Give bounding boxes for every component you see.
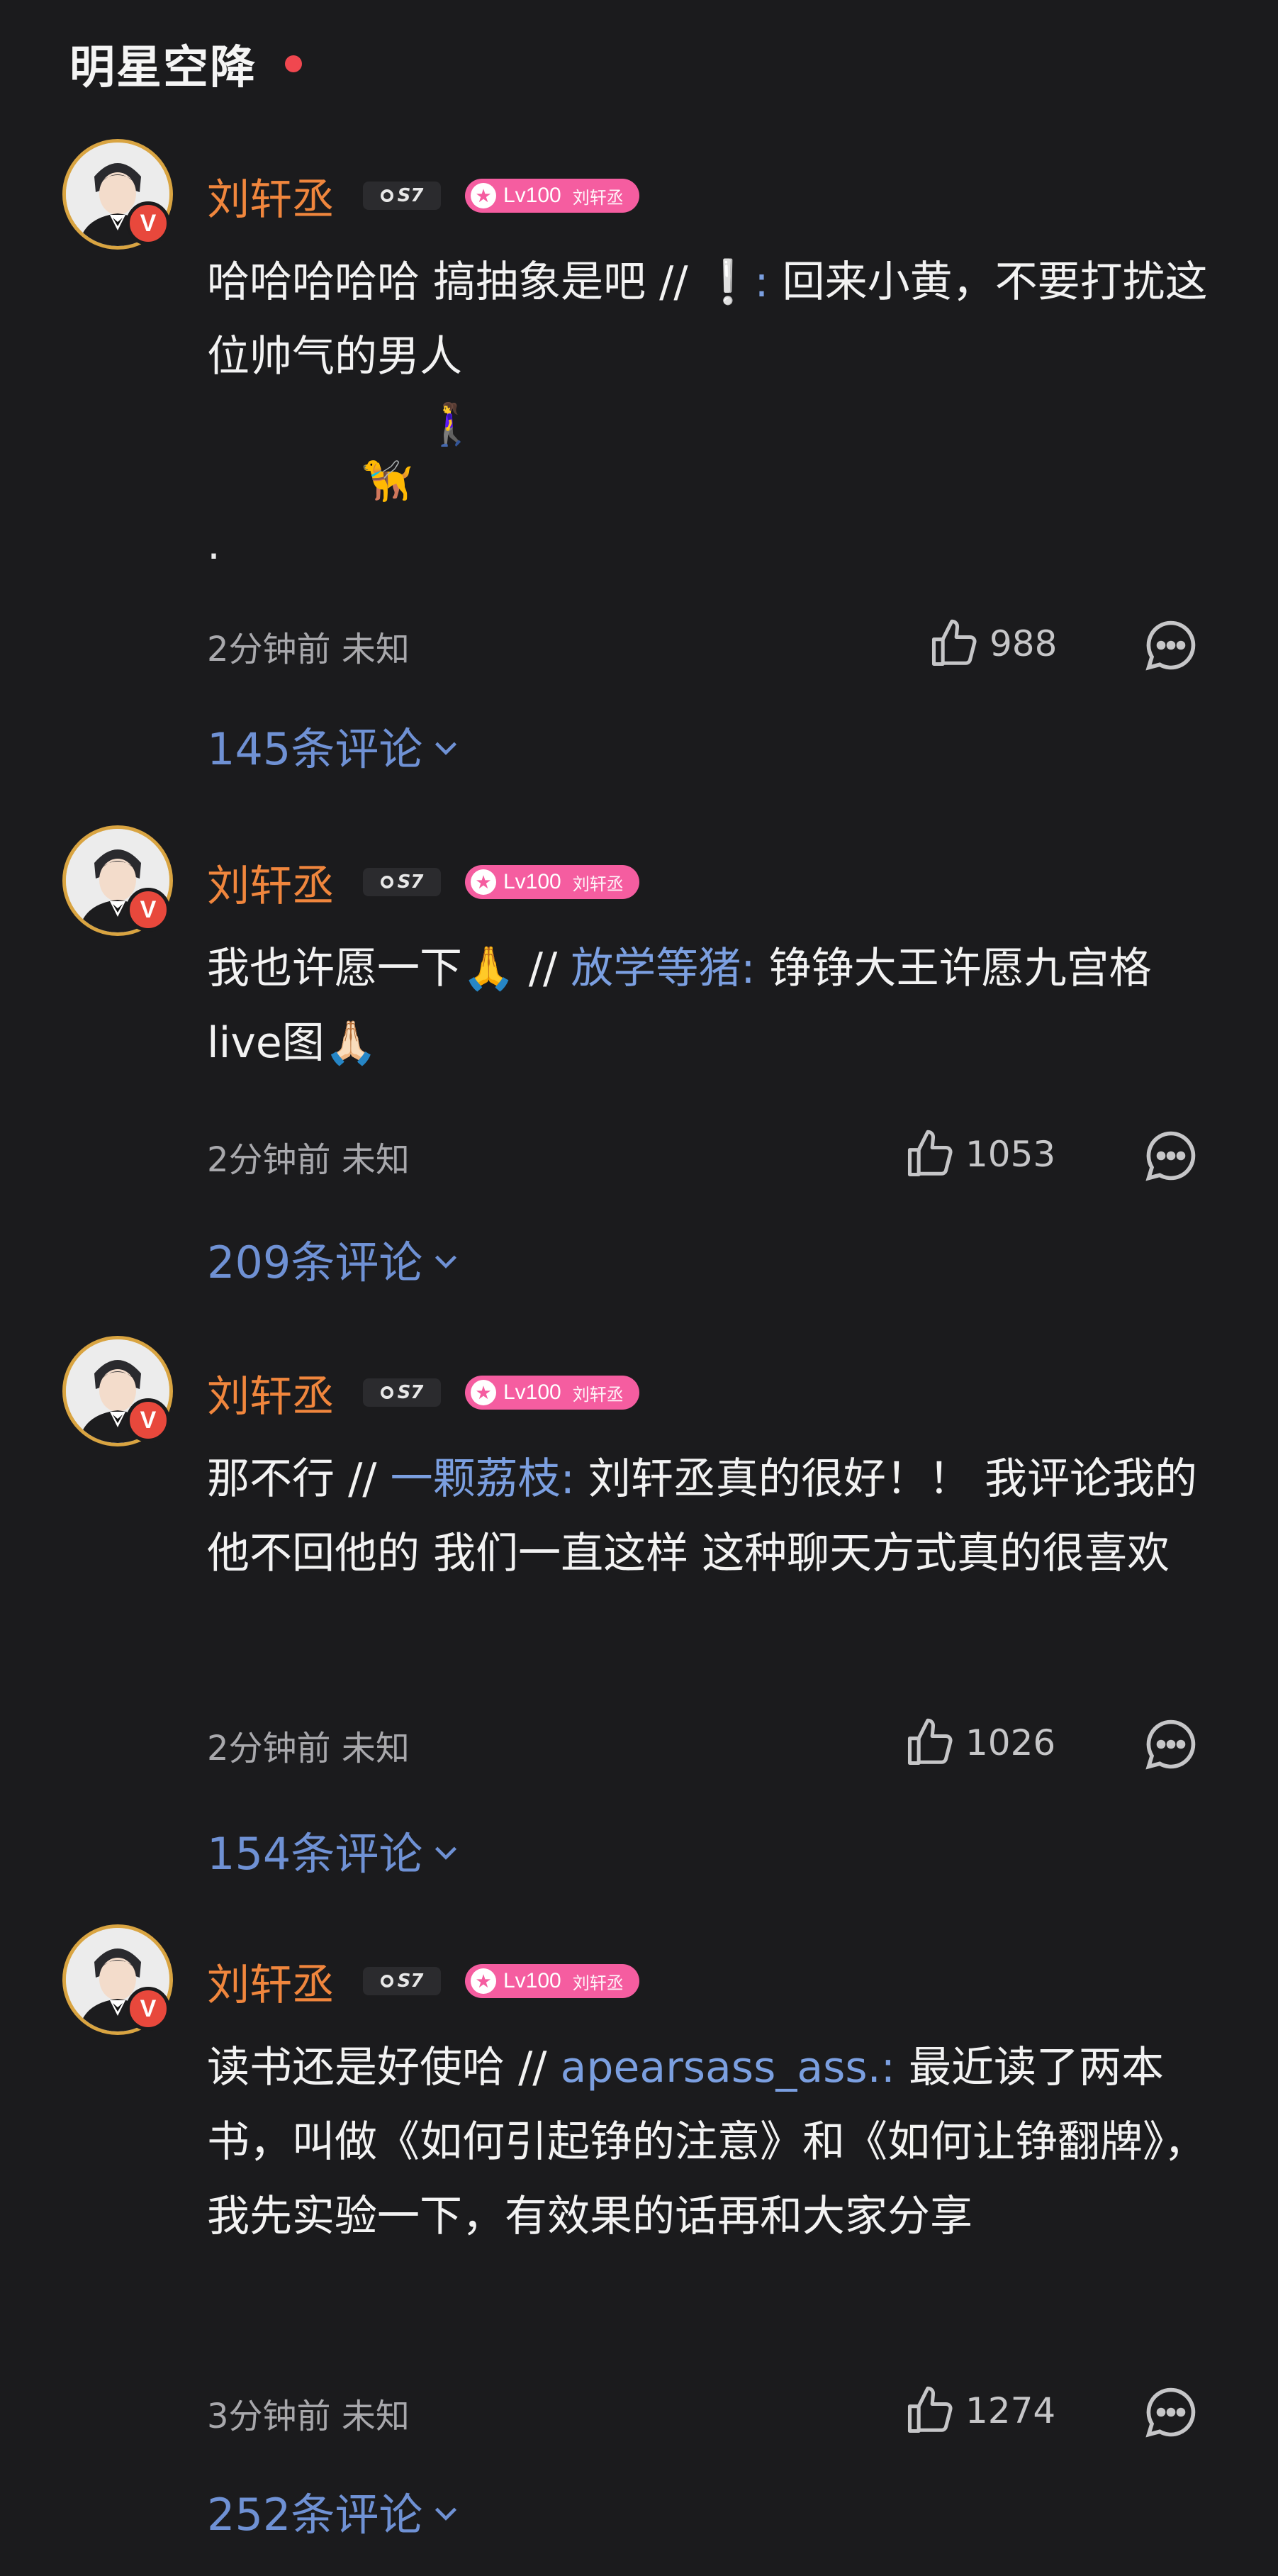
- comment-meta: 3分钟前 未知: [207, 2388, 410, 2438]
- like-count: 1026: [965, 1722, 1056, 1763]
- username[interactable]: 刘轩丞: [207, 852, 335, 913]
- thumbs-up-icon: [907, 1718, 953, 1766]
- chevron-down-icon: [435, 1846, 457, 1860]
- comment-text-main: 那不行 //: [207, 1454, 391, 1504]
- comment-time: 2分钟前: [207, 1729, 331, 1768]
- emoji-dog: 🦮: [361, 457, 413, 505]
- comment-meta: 2分钟前 未知: [207, 1132, 410, 1181]
- view-replies-button[interactable]: 154条评论: [207, 1818, 462, 1882]
- level-badge: ★ Lv100 刘轩丞: [465, 865, 639, 899]
- chevron-down-icon: [435, 1255, 457, 1269]
- comment-meta: 2分钟前 未知: [207, 1720, 410, 1770]
- level-name: 刘轩丞: [572, 1385, 624, 1405]
- star-icon: ★: [471, 1380, 496, 1405]
- coin-icon: [380, 1386, 393, 1399]
- level-badge: ★ Lv100 刘轩丞: [465, 1376, 639, 1410]
- verified-badge-icon: V: [126, 888, 170, 932]
- comment-location: 未知: [341, 2397, 410, 2436]
- comment-item: V 刘轩丞 S7 ★ Lv100 刘轩丞 那不行 // 一颗荔枝: 刘轩丞真的很好！…: [0, 1336, 1278, 1903]
- verified-badge-icon: V: [126, 1987, 170, 2031]
- like-count: 1274: [965, 2390, 1056, 2431]
- comment-text-main: 读书还是好使哈 //: [207, 2043, 561, 2092]
- live-dot-icon: [285, 55, 302, 72]
- level-badge: ★ Lv100 刘轩丞: [465, 1964, 639, 1998]
- replies-count: 209条评论: [207, 1237, 423, 1288]
- coin-icon: [380, 876, 393, 888]
- comment-text-main: 哈哈哈哈哈 搞抽象是吧 //: [207, 257, 702, 307]
- emoji-walker: 🚶‍♀️: [425, 400, 477, 448]
- like-button[interactable]: 1274: [903, 2384, 1055, 2438]
- level-label: Lv100: [503, 1969, 561, 1992]
- username[interactable]: 刘轩丞: [207, 165, 335, 227]
- chevron-down-icon: [435, 2507, 457, 2521]
- fan-badge: S7: [363, 182, 441, 210]
- comment-text-main: 我也许愿一下🙏 //: [207, 944, 571, 993]
- reply-bubble-icon[interactable]: [1141, 1714, 1201, 1774]
- username[interactable]: 刘轩丞: [207, 1362, 335, 1424]
- fan-badge-label: S7: [397, 871, 424, 893]
- comment-meta: 2分钟前 未知: [207, 621, 410, 671]
- reply-bubble-icon[interactable]: [1141, 1126, 1201, 1186]
- mention-link[interactable]: 一颗荔枝:: [391, 1454, 575, 1504]
- comment-item: V 刘轩丞 S7 ★ Lv100 刘轩丞 读书还是好使哈 // apearsass_…: [0, 1924, 1278, 2563]
- thumbs-up-icon: [907, 2386, 953, 2433]
- comment-text: 我也许愿一下🙏 // 放学等猪: 铮铮大王许愿九宫格live图🙏🏻: [207, 932, 1213, 1081]
- view-replies-button[interactable]: 252条评论: [207, 2479, 462, 2543]
- fan-badge: S7: [363, 868, 441, 896]
- level-label: Lv100: [503, 1381, 561, 1404]
- fan-badge: S7: [363, 1378, 441, 1407]
- coin-icon: [380, 1975, 393, 1987]
- comment-location: 未知: [341, 1729, 410, 1768]
- thumbs-up-icon: [931, 619, 977, 667]
- section-title: 明星空降: [69, 42, 257, 94]
- comment-item: V 刘轩丞 S7 ★ Lv100 刘轩丞 我也许愿一下🙏 // 放学等猪: 铮铮大王…: [0, 825, 1278, 1322]
- replies-count: 252条评论: [207, 2489, 423, 2541]
- star-icon: ★: [471, 183, 496, 208]
- fan-badge-label: S7: [397, 1970, 424, 1992]
- level-name: 刘轩丞: [572, 188, 624, 208]
- like-button[interactable]: 1053: [903, 1127, 1055, 1181]
- comment-time: 2分钟前: [207, 630, 331, 669]
- section-header: 明星空降: [69, 31, 302, 96]
- comment-trailing-dot: .: [207, 520, 221, 569]
- mention-link[interactable]: ❕:: [702, 257, 769, 307]
- view-replies-button[interactable]: 209条评论: [207, 1227, 462, 1290]
- replies-count: 154条评论: [207, 1828, 423, 1880]
- verified-badge-icon: V: [126, 1398, 170, 1442]
- comment-time: 3分钟前: [207, 2397, 331, 2436]
- mention-link[interactable]: 放学等猪:: [571, 944, 755, 993]
- view-replies-button[interactable]: 145条评论: [207, 713, 462, 777]
- reply-bubble-icon[interactable]: [1141, 2382, 1201, 2442]
- comment-text: 那不行 // 一颗荔枝: 刘轩丞真的很好！！ 我评论我的 他不回他的 我们一直这…: [207, 1442, 1213, 1591]
- mention-link[interactable]: apearsass_ass.:: [561, 2043, 895, 2092]
- like-button[interactable]: 988: [927, 617, 1057, 671]
- fan-badge-label: S7: [397, 1382, 424, 1403]
- comment-text: 哈哈哈哈哈 搞抽象是吧 // ❕: 回来小黄，不要打扰这位帅气的男人: [207, 245, 1213, 394]
- comment-location: 未知: [341, 630, 410, 669]
- replies-count: 145条评论: [207, 723, 423, 775]
- like-button[interactable]: 1026: [903, 1716, 1055, 1770]
- level-name: 刘轩丞: [572, 1973, 624, 1993]
- fan-badge-label: S7: [397, 185, 424, 206]
- comment-item: V 刘轩丞 S7 ★ Lv100 刘轩丞 哈哈哈哈哈 搞抽象是吧 // ❕: 回来小…: [0, 139, 1278, 777]
- level-name: 刘轩丞: [572, 874, 624, 894]
- verified-badge-icon: V: [126, 201, 170, 245]
- chevron-down-icon: [435, 742, 457, 755]
- comment-location: 未知: [341, 1140, 410, 1180]
- fan-badge: S7: [363, 1967, 441, 1995]
- comment-time: 2分钟前: [207, 1140, 331, 1180]
- like-count: 1053: [965, 1134, 1056, 1175]
- thumbs-up-icon: [907, 1130, 953, 1177]
- reply-bubble-icon[interactable]: [1141, 615, 1201, 675]
- coin-icon: [380, 189, 393, 202]
- like-count: 988: [990, 623, 1058, 664]
- star-icon: ★: [471, 869, 496, 895]
- username[interactable]: 刘轩丞: [207, 1951, 335, 2012]
- level-label: Lv100: [503, 870, 561, 893]
- level-label: Lv100: [503, 184, 561, 207]
- level-badge: ★ Lv100 刘轩丞: [465, 179, 639, 213]
- star-icon: ★: [471, 1968, 496, 1994]
- comment-text: 读书还是好使哈 // apearsass_ass.: 最近读了两本书，叫做《如何…: [207, 2031, 1213, 2254]
